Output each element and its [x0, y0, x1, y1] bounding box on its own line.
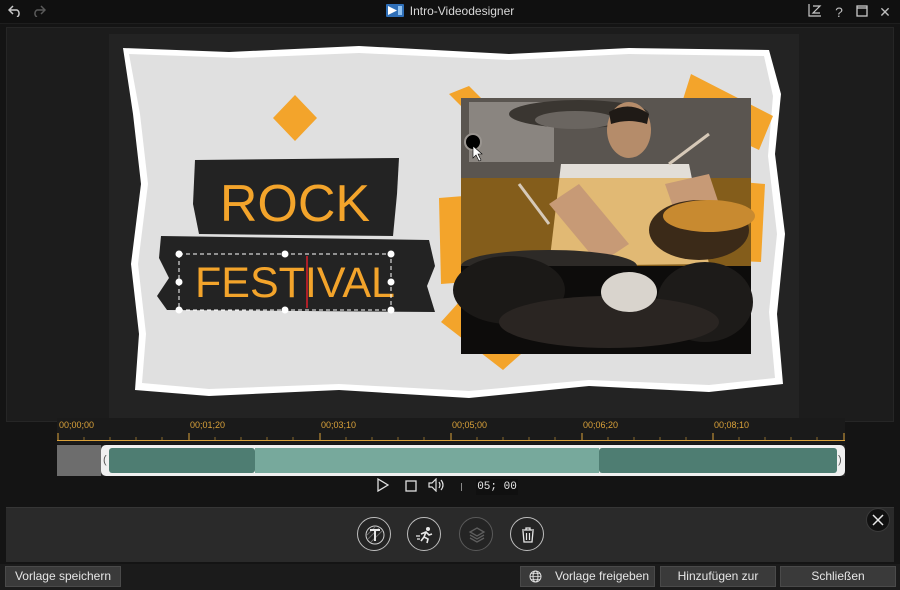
close-icon: [872, 514, 884, 526]
text-tool-button[interactable]: [357, 517, 391, 551]
clip-range-frame[interactable]: ( ): [101, 445, 845, 476]
motion-tool-icon: [416, 527, 433, 544]
preview-canvas[interactable]: ROCK FESTIVAL: [109, 34, 799, 422]
range-end-handle[interactable]: ): [838, 454, 842, 466]
clip-segment-outro[interactable]: [599, 448, 837, 473]
resize-handle[interactable]: [281, 306, 289, 314]
add-to-timeline-button[interactable]: Hinzufügen zur Zeit...: [660, 566, 776, 590]
play-icon[interactable]: [374, 477, 392, 496]
layers-tool-icon: [468, 527, 486, 543]
maximize-icon[interactable]: [853, 3, 871, 21]
window-title-row: Intro-Videodesigner: [0, 4, 900, 18]
playback-controls: 05; 00: [0, 477, 900, 498]
tick-label: 00;01;20: [190, 420, 226, 430]
preview-area: ROCK FESTIVAL: [6, 27, 894, 422]
resize-handle[interactable]: [387, 306, 395, 314]
tool-panel: [6, 507, 894, 562]
layers-tool-button[interactable]: [459, 517, 493, 551]
resize-handle[interactable]: [281, 250, 289, 258]
track-lead-in: [57, 445, 101, 476]
intro-video-designer-window: Intro-Videodesigner ? ✕ ROCK FESTIVAL 00…: [0, 0, 900, 590]
save-template-button[interactable]: Vorlage speichern: [5, 566, 121, 587]
drummer-photo[interactable]: [453, 98, 755, 354]
resize-handle[interactable]: [175, 250, 183, 258]
help-icon[interactable]: ?: [830, 3, 848, 21]
delete-icon: [522, 527, 534, 543]
close-panel-button[interactable]: [866, 508, 890, 532]
motion-tool-button[interactable]: [407, 517, 441, 551]
close-button[interactable]: Schließen: [780, 566, 896, 587]
volume-icon[interactable]: [428, 477, 446, 496]
title-bar: Intro-Videodesigner ? ✕: [0, 0, 900, 24]
resize-handle[interactable]: [387, 250, 395, 258]
tick-label: 00;06;20: [583, 420, 619, 430]
tick-label: 00;03;10: [321, 420, 357, 430]
text-tool-icon: [365, 525, 385, 545]
resize-handle[interactable]: [175, 278, 183, 286]
resize-icon[interactable]: [806, 3, 824, 21]
timecode-display[interactable]: 05; 00: [476, 479, 518, 495]
delete-button[interactable]: [510, 517, 544, 551]
timeline-track[interactable]: ( ): [57, 445, 845, 476]
window-title: Intro-Videodesigner: [409, 4, 515, 18]
timeline-ruler[interactable]: 00;00;00 00;01;20 00;03;10 00;05;00 00;0…: [57, 418, 845, 444]
tick-label: 00;05;00: [452, 420, 488, 430]
share-template-button[interactable]: Vorlage freigeben: [520, 566, 655, 587]
rock-text[interactable]: ROCK: [220, 175, 371, 233]
ruler-baseline: [57, 440, 845, 441]
clip-segment-main[interactable]: [255, 448, 599, 473]
footer-bar: Vorlage speichern Vorlage freigeben Hinz…: [0, 564, 900, 590]
globe-icon: [529, 570, 542, 583]
resize-handle[interactable]: [175, 306, 183, 314]
clip-segment-intro[interactable]: [109, 448, 255, 473]
tick-label: 00;08;10: [714, 420, 750, 430]
separator: [461, 483, 462, 491]
app-logo-icon: [385, 4, 404, 17]
range-start-handle[interactable]: (: [103, 454, 107, 466]
tick-label: 00;00;00: [59, 420, 95, 430]
resize-handle[interactable]: [387, 278, 395, 286]
close-icon[interactable]: ✕: [876, 3, 894, 21]
template-artwork: ROCK FESTIVAL: [123, 46, 785, 398]
share-template-label: Vorlage freigeben: [555, 569, 650, 583]
festival-text[interactable]: FESTIVAL: [195, 259, 395, 307]
stop-icon[interactable]: [402, 478, 420, 496]
